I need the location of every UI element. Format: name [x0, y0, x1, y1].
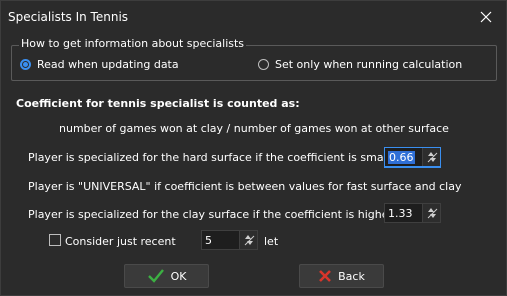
recent-count-input[interactable]: 5 — [202, 231, 239, 249]
spin-arrows-icon — [244, 235, 255, 246]
universal-label: Player is "UNIVERSAL" if coefficient is … — [28, 180, 462, 193]
radio-unchecked-icon — [258, 59, 269, 70]
consider-recent-label: Consider just recent — [65, 235, 176, 248]
recent-count-spinner[interactable]: 5 — [201, 230, 258, 250]
close-button[interactable] — [474, 5, 498, 29]
hard-coefficient-input[interactable]: 0.66 — [385, 148, 423, 166]
focus-underline — [384, 166, 441, 168]
clay-coefficient-input[interactable]: 1.33 — [385, 204, 422, 222]
back-button[interactable]: Back — [299, 264, 384, 288]
formula-text: number of games won at clay / number of … — [59, 122, 449, 135]
hard-spin-arrows[interactable] — [422, 148, 440, 166]
radio-read-when-updating[interactable]: Read when updating data — [20, 58, 179, 71]
radio-checked-icon — [20, 59, 31, 70]
clay-coefficient-spinner[interactable]: 1.33 — [384, 203, 441, 223]
red-x-icon — [318, 269, 332, 283]
spin-arrows-icon — [427, 208, 438, 219]
clay-surface-label: Player is specialized for the clay surfa… — [28, 208, 415, 221]
radio-read-label: Read when updating data — [37, 58, 179, 71]
back-label: Back — [338, 269, 365, 283]
checkmark-icon — [147, 268, 165, 284]
consider-recent-checkbox[interactable] — [49, 234, 61, 246]
hard-coefficient-spinner[interactable]: 0.66 — [384, 147, 441, 167]
ok-button[interactable]: OK — [124, 264, 209, 288]
close-icon — [480, 11, 492, 23]
title-bar: Specialists In Tennis — [1, 1, 506, 34]
dialog-window: Specialists In Tennis How to get informa… — [0, 0, 507, 296]
recent-unit-label: let — [264, 235, 279, 248]
window-title: Specialists In Tennis — [8, 10, 129, 24]
clay-spin-arrows[interactable] — [422, 204, 440, 222]
group-legend: How to get information about specialists — [19, 37, 247, 50]
radio-set-label: Set only when running calculation — [275, 58, 463, 71]
radio-set-when-calculating[interactable]: Set only when running calculation — [258, 58, 462, 71]
source-groupbox: How to get information about specialists… — [11, 37, 497, 81]
coefficient-heading: Coefficient for tennis specialist is cou… — [16, 97, 300, 110]
ok-label: OK — [170, 269, 187, 283]
recent-spin-arrows[interactable] — [239, 231, 257, 249]
spin-arrows-icon — [427, 152, 438, 163]
hard-surface-label: Player is specialized for the hard surfa… — [28, 151, 416, 164]
